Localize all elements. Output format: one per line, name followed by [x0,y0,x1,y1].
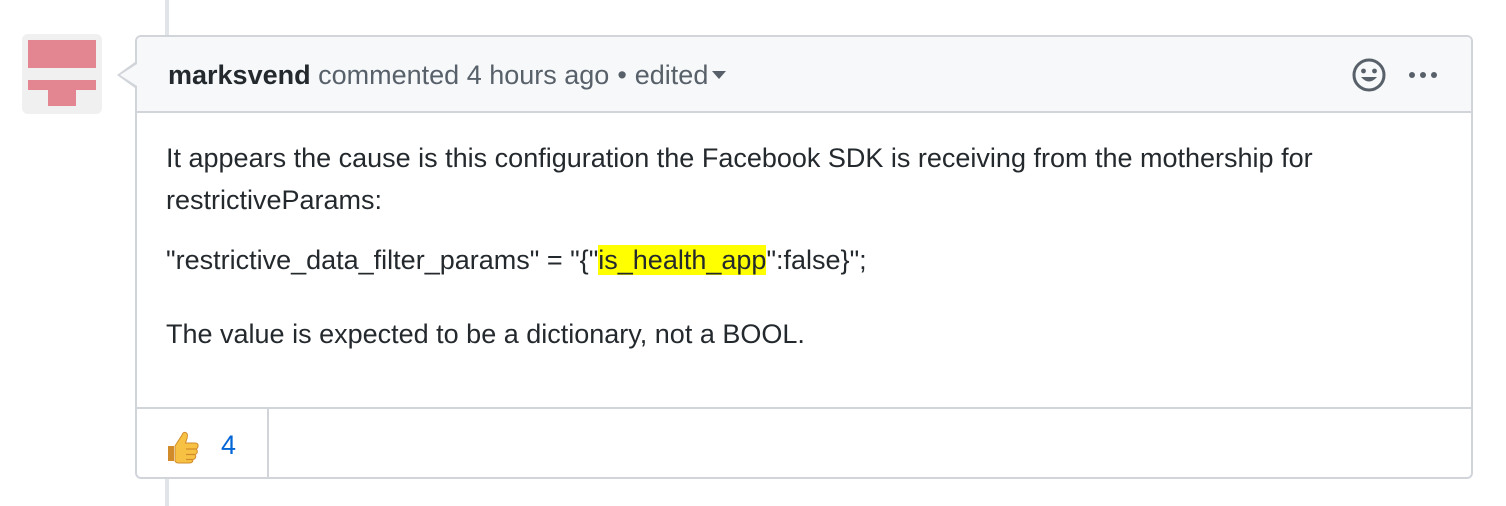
comment-paragraph: The value is expected to be a dictionary… [166,319,805,349]
chevron-down-icon [712,70,727,79]
reactions-bar: 4 [137,407,1471,479]
comment-time[interactable]: 4 hours ago [467,60,610,90]
comment-paragraph: It appears the cause is this configurati… [166,143,1313,215]
avatar-shape-top [28,40,96,68]
comment-code-line: "restrictive_data_filter_params" = "{"is… [166,239,1446,281]
author-link[interactable]: marksvend [168,60,311,90]
comment-box: marksvend commented 4 hours ago • edited I… [135,35,1473,479]
add-reaction-button[interactable] [1351,57,1387,93]
avatar[interactable] [22,34,102,114]
comment-meta: marksvend commented 4 hours ago • edited [168,59,727,91]
more-options-button[interactable] [1405,63,1441,87]
avatar-shape-stem [48,90,76,106]
comment-header: marksvend commented 4 hours ago • edited [137,37,1471,113]
smiley-icon [1352,58,1386,92]
edited-dropdown[interactable]: edited [635,60,727,90]
reaction-count: 4 [221,430,237,460]
kebab-horizontal-icon [1409,72,1437,78]
reaction-thumbs-up-button[interactable]: 4 [137,409,269,479]
highlighted-text: is_health_app [598,245,767,275]
thumbs-up-icon [168,431,199,464]
comment-body: It appears the cause is this configurati… [166,137,1446,355]
code-text: ":false}"; [766,245,867,275]
avatar-shape-bar [28,80,96,90]
comment-pointer-fill [120,64,137,86]
edited-label: edited [634,60,709,90]
meta-separator: • [617,60,627,90]
code-text: "restrictive_data_filter_params" = "{" [166,245,599,275]
comment-action: commented [318,60,460,90]
